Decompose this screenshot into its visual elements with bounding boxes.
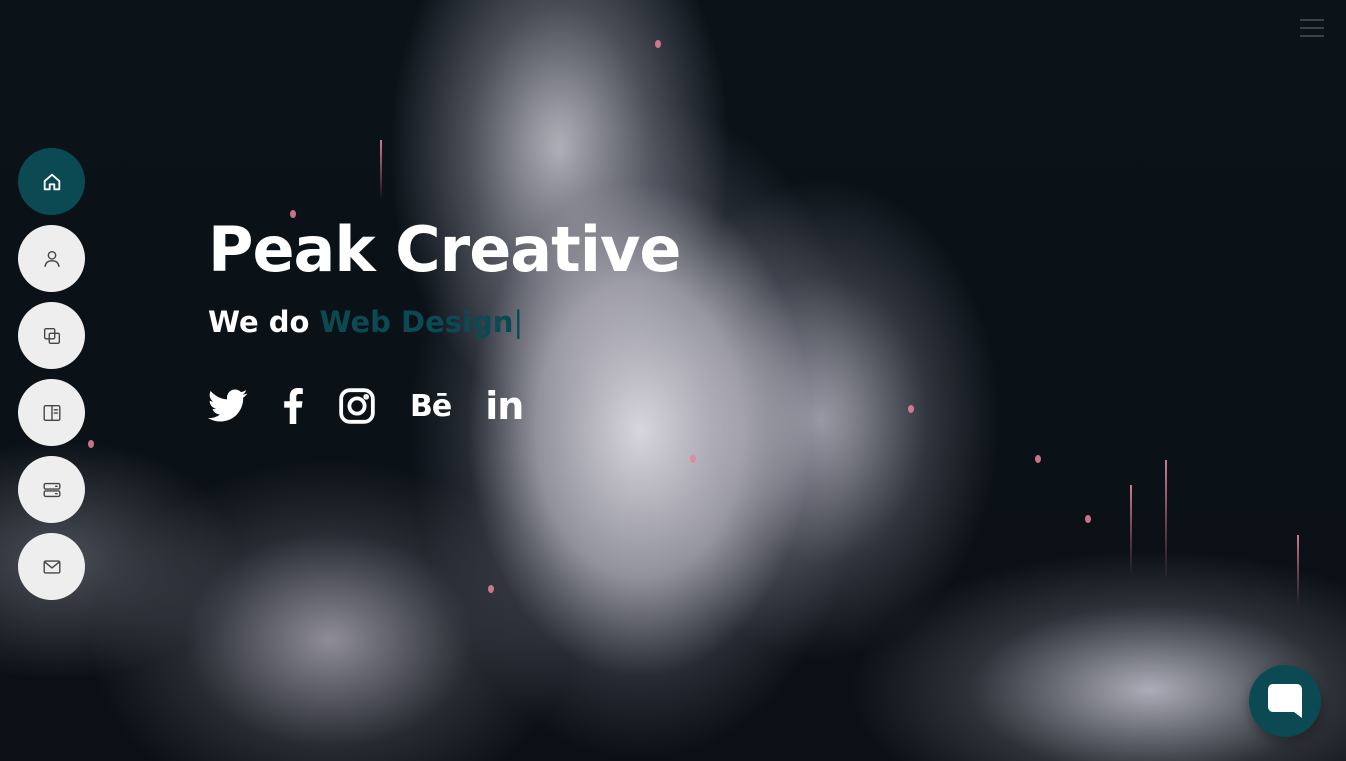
ink-strand xyxy=(1130,485,1132,575)
tagline-typed-text: Web Design xyxy=(319,305,514,339)
chat-icon xyxy=(1268,684,1302,718)
mail-icon xyxy=(43,559,60,574)
ink-speck xyxy=(1085,515,1091,523)
tagline-prefix: We do xyxy=(208,305,310,339)
ink-speck xyxy=(1035,455,1041,463)
nav-portfolio-button[interactable] xyxy=(18,379,85,446)
chat-button[interactable] xyxy=(1249,665,1321,737)
ink-speck xyxy=(88,440,94,448)
twitter-link[interactable] xyxy=(208,384,248,428)
tagline: We do Web Design| xyxy=(208,304,680,340)
copy-icon xyxy=(43,327,60,344)
social-links: Bē in xyxy=(208,384,680,428)
ink-speck xyxy=(655,40,661,48)
nav-services-button[interactable] xyxy=(18,302,85,369)
instagram-link[interactable] xyxy=(338,384,376,428)
twitter-icon xyxy=(208,389,248,422)
home-icon xyxy=(43,173,60,190)
hamburger-icon-line xyxy=(1300,19,1324,21)
nav-about-button[interactable] xyxy=(18,225,85,292)
ink-strand xyxy=(1297,535,1299,605)
hamburger-icon-line xyxy=(1300,27,1324,29)
ink-strand xyxy=(1165,460,1167,580)
behance-link[interactable]: Bē xyxy=(410,384,452,428)
typing-cursor: | xyxy=(513,305,524,339)
nav-home-button[interactable] xyxy=(18,148,85,215)
linkedin-icon: in xyxy=(485,384,524,428)
linkedin-link[interactable]: in xyxy=(485,384,524,428)
page-title: Peak Creative xyxy=(208,213,681,286)
ink-speck xyxy=(690,455,696,463)
ink-speck xyxy=(908,405,914,413)
hero-section: Peak Creative We do Web Design| Bē in xyxy=(208,210,681,428)
side-nav xyxy=(18,148,85,610)
ink-strand xyxy=(380,140,382,200)
instagram-icon xyxy=(339,388,375,424)
server-icon xyxy=(43,482,60,497)
facebook-icon xyxy=(284,388,303,424)
behance-icon: Bē xyxy=(410,388,452,424)
book-icon xyxy=(43,404,60,421)
hamburger-icon-line xyxy=(1300,35,1324,37)
nav-resume-button[interactable] xyxy=(18,456,85,523)
facebook-link[interactable] xyxy=(282,384,304,428)
ink-speck xyxy=(488,585,494,593)
nav-contact-button[interactable] xyxy=(18,533,85,600)
menu-toggle-button[interactable] xyxy=(1300,17,1326,39)
user-icon xyxy=(43,250,60,267)
hero-background: Peak Creative We do Web Design| Bē in xyxy=(0,0,1346,761)
